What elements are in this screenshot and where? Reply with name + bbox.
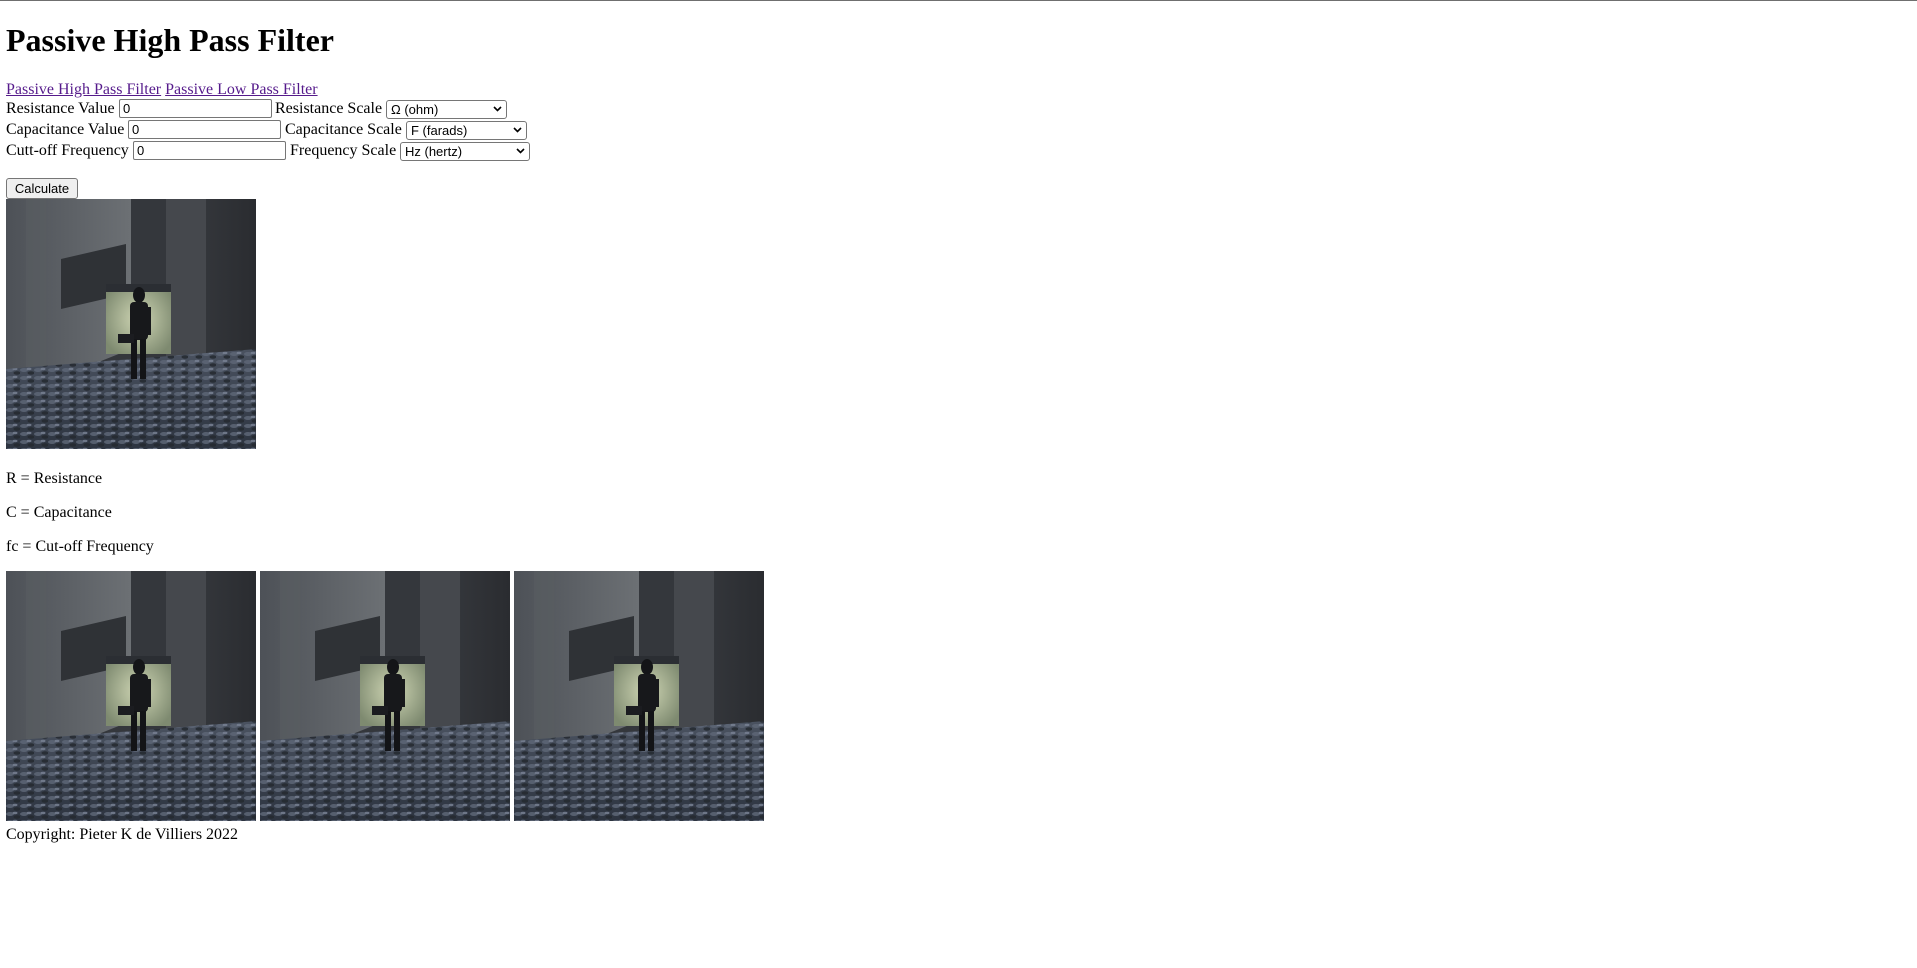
corridor-photo xyxy=(260,571,510,821)
frequency-scale-selected: Hz (hertz) xyxy=(405,144,463,159)
top-border-line xyxy=(0,0,1917,1)
cutoff-frequency-label: Cutt-off Frequency xyxy=(6,142,129,159)
corridor-photo xyxy=(6,571,256,821)
corridor-photo xyxy=(6,199,256,449)
nav-link-high-pass[interactable]: Passive High Pass Filter xyxy=(6,81,161,98)
nav-link-low-pass[interactable]: Passive Low Pass Filter xyxy=(165,81,317,98)
capacitance-value-input[interactable]: 0 xyxy=(128,120,281,139)
photo-of-figure-in-corridor-icon xyxy=(6,199,256,449)
chevron-down-icon xyxy=(516,148,525,154)
photo-of-figure-in-corridor-icon xyxy=(6,571,256,821)
photo-of-figure-in-corridor-icon xyxy=(260,571,510,821)
chevron-down-icon xyxy=(493,106,502,112)
capacitance-value-label: Capacitance Value xyxy=(6,121,125,138)
chevron-down-icon xyxy=(513,127,522,133)
resistance-value-label: Resistance Value xyxy=(6,100,115,117)
frequency-scale-label: Frequency Scale xyxy=(290,142,397,159)
footer-copyright: Copyright: Pieter K de Villiers 2022 xyxy=(6,826,239,843)
legend-cutoff-frequency: fc = Cut-off Frequency xyxy=(6,538,154,555)
capacitance-scale-select[interactable]: F (farads) xyxy=(406,121,527,140)
capacitance-scale-label: Capacitance Scale xyxy=(285,121,402,138)
frequency-scale-select[interactable]: Hz (hertz) xyxy=(400,142,530,161)
legend-capacitance: C = Capacitance xyxy=(6,504,112,521)
resistance-scale-label: Resistance Scale xyxy=(275,100,383,117)
corridor-photo xyxy=(514,571,764,821)
resistance-scale-select[interactable]: Ω (ohm) xyxy=(386,100,507,119)
photo-of-figure-in-corridor-icon xyxy=(514,571,764,821)
resistance-value-input[interactable]: 0 xyxy=(119,99,272,118)
legend-resistance: R = Resistance xyxy=(6,470,103,487)
page-title: Passive High Pass Filter xyxy=(6,22,334,58)
calculate-button[interactable]: Calculate xyxy=(6,178,78,199)
resistance-scale-selected: Ω (ohm) xyxy=(391,102,439,117)
capacitance-scale-selected: F (farads) xyxy=(411,123,468,138)
cutoff-frequency-input[interactable]: 0 xyxy=(133,141,286,160)
nav-links: Passive High Pass Filter Passive Low Pas… xyxy=(6,80,318,99)
